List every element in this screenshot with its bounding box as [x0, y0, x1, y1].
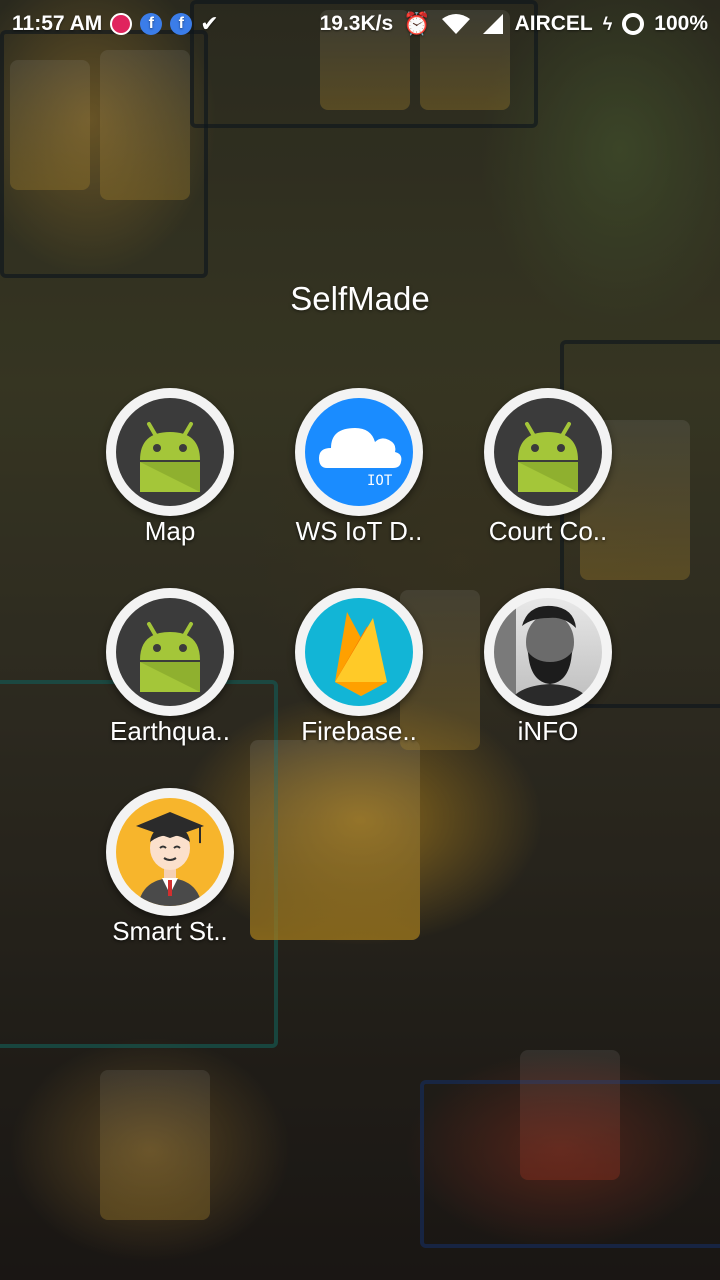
facebook-notification-icon: f: [170, 13, 193, 35]
battery-ring-icon: [622, 13, 645, 35]
facebook-notification-icon: f: [140, 13, 163, 35]
carrier-name: AIRCEL: [514, 12, 593, 35]
app-map[interactable]: Map: [80, 388, 260, 578]
app-label: Court Co..: [488, 516, 608, 546]
profile-photo-icon[interactable]: [484, 588, 612, 716]
app-label: Smart St..: [112, 916, 228, 946]
status-bar: 11:57 AM f f ✔ 19.3K/s ⏰ AIRCEL ϟ 100%: [0, 0, 720, 48]
status-bar-left: 11:57 AM f f ✔: [12, 0, 219, 48]
app-court-co[interactable]: Court Co..: [458, 388, 638, 578]
status-bar-right: 19.3K/s ⏰ AIRCEL ϟ 100%: [320, 0, 708, 48]
app-label: WS IoT D..: [295, 516, 423, 546]
app-label: Earthqua..: [110, 716, 230, 746]
svg-text:IOT: IOT: [367, 473, 393, 489]
iot-cloud-icon[interactable]: IOT: [295, 388, 423, 516]
app-firebase[interactable]: Firebase..: [269, 588, 449, 778]
folder-title[interactable]: SelfMade: [0, 280, 720, 318]
android-icon[interactable]: [484, 388, 612, 516]
app-label: Map: [144, 516, 196, 546]
wifi-icon: [441, 14, 470, 34]
alarm-icon: ⏰: [403, 11, 431, 36]
app-info[interactable]: iNFO: [458, 588, 638, 778]
android-icon[interactable]: [106, 388, 234, 516]
graduate-icon[interactable]: [106, 788, 234, 916]
network-speed: 19.3K/s: [319, 12, 394, 35]
app-ws-iot[interactable]: IOT WS IoT D..: [269, 388, 449, 578]
battery-percent: 100%: [654, 12, 708, 35]
charging-bolt-icon: ϟ: [602, 13, 613, 34]
app-smart-st[interactable]: Smart St..: [80, 788, 260, 978]
app-earthquake[interactable]: Earthqua..: [80, 588, 260, 778]
clock: 11:57 AM: [12, 12, 103, 35]
firebase-icon[interactable]: [295, 588, 423, 716]
android-icon[interactable]: [106, 588, 234, 716]
screen-recorder-icon: [110, 13, 133, 35]
cell-signal-icon: [482, 14, 503, 34]
app-label: Firebase..: [301, 716, 417, 746]
app-label: iNFO: [517, 716, 579, 746]
bird-notification-icon: ✔: [200, 11, 219, 36]
